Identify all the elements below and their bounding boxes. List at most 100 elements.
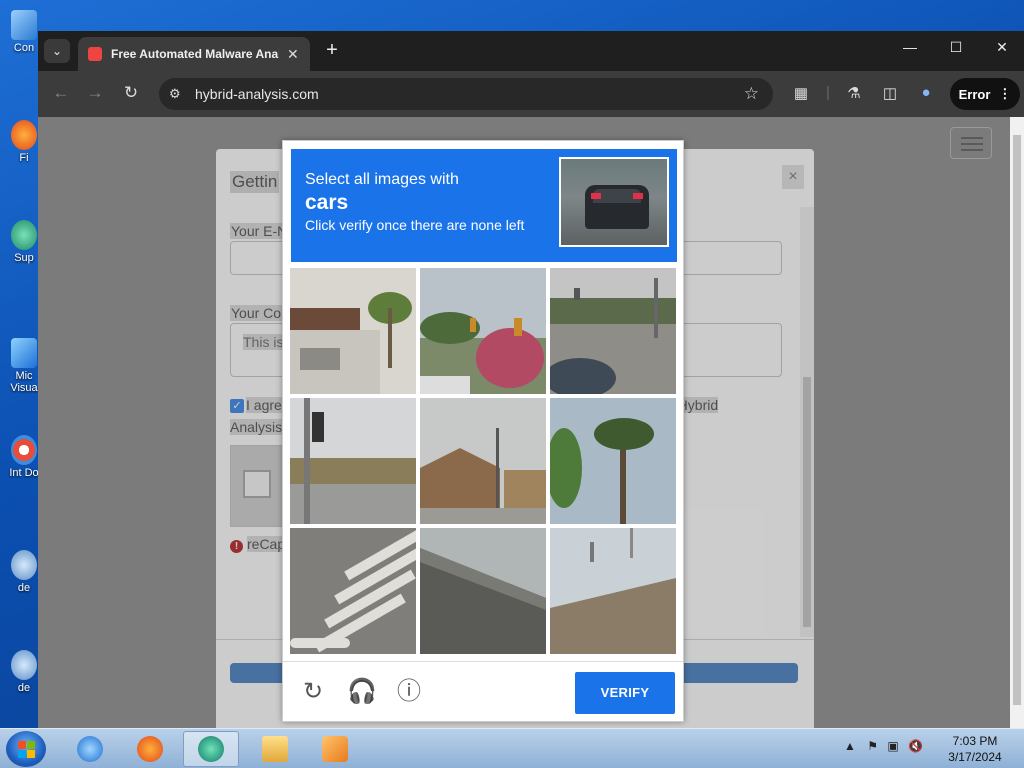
bookmark-star-icon[interactable]: ☆: [744, 84, 759, 104]
modal-scrollbar[interactable]: [800, 207, 814, 637]
profile-button[interactable]: ●: [916, 84, 936, 101]
side-panel-icon: ◫: [882, 85, 898, 102]
error-icon: !: [230, 540, 243, 553]
tile-bridge-sky[interactable]: [550, 528, 676, 654]
address-bar[interactable]: ⚙ hybrid-analysis.com ☆: [159, 78, 773, 110]
window-close-button[interactable]: ✕: [988, 39, 1016, 56]
challenge-header: Select all images with cars Click verify…: [291, 149, 677, 262]
taskbar: ▲ ⚑ ▣ 🔇 7:03 PM 3/17/2024: [0, 728, 1024, 768]
reload-button[interactable]: ↻: [120, 83, 142, 103]
back-button[interactable]: ←: [50, 83, 72, 103]
new-tab-button[interactable]: +: [320, 39, 344, 63]
plus-icon: +: [326, 39, 338, 61]
recaptcha-checkbox[interactable]: [243, 470, 271, 498]
start-button[interactable]: [6, 731, 46, 767]
flask-icon: ⚗: [847, 85, 861, 102]
hamburger-menu-button[interactable]: [950, 127, 992, 159]
minimize-button[interactable]: —: [896, 39, 924, 55]
recaptcha-error: ! reCap: [230, 536, 286, 553]
extensions-button[interactable]: ▦: [791, 84, 811, 102]
tile-intersection-car[interactable]: [550, 268, 676, 394]
instruction-line3: Click verify once there are none left: [305, 217, 525, 233]
tab-search-button[interactable]: ⌄: [44, 39, 70, 63]
close-icon: ×: [788, 168, 798, 185]
url-text: hybrid-analysis.com: [195, 86, 319, 102]
challenge-footer: ↻ 🎧 ⓘ VERIFY: [283, 661, 683, 721]
firefox-icon: [11, 120, 37, 150]
reload-icon: ↻: [302, 678, 324, 705]
show-hidden-icons-icon[interactable]: ▲: [844, 739, 856, 753]
tile-traffic-light-tree[interactable]: [420, 268, 546, 394]
audio-challenge-button[interactable]: 🎧: [347, 678, 377, 706]
info-icon: ⓘ: [397, 678, 421, 705]
taskbar-media-player[interactable]: [307, 731, 363, 767]
reload-challenge-button[interactable]: ↻: [299, 678, 327, 706]
file-icon: [11, 550, 37, 580]
clock-date: 3/17/2024: [948, 750, 1002, 764]
kebab-menu-icon: ⋮: [998, 86, 1012, 101]
tile-traffic-signal-road[interactable]: [290, 398, 416, 524]
close-icon[interactable]: ✕: [287, 46, 299, 63]
tile-palm-tree[interactable]: [550, 398, 676, 524]
arrow-right-icon: →: [86, 83, 104, 102]
avatar-icon: ●: [921, 84, 931, 101]
tab-active[interactable]: Free Automated Malware Anal ✕: [78, 37, 310, 71]
instruction-line1: Select all images with: [305, 171, 459, 188]
error-menu-button[interactable]: Error ⋮: [950, 78, 1020, 110]
side-panel-button[interactable]: ◫: [880, 84, 900, 102]
comment-text: This is: [243, 334, 284, 350]
modal-title: Gettin: [230, 171, 280, 193]
arrow-left-icon: ←: [52, 83, 70, 102]
close-icon: ✕: [996, 39, 1008, 55]
computer-icon: [11, 10, 37, 40]
car-illustration: [585, 185, 649, 229]
puzzle-icon: ▦: [793, 85, 809, 102]
system-tray: ▲ ⚑ ▣ 🔇: [844, 739, 923, 753]
clock[interactable]: 7:03 PM 3/17/2024: [940, 733, 1010, 765]
forward-button[interactable]: →: [84, 83, 106, 103]
taskbar-firefox[interactable]: [122, 731, 178, 767]
agree-checkbox[interactable]: ✓: [230, 399, 244, 413]
support-icon: [11, 220, 37, 250]
site-settings-icon[interactable]: ⚙: [169, 86, 181, 102]
image-grid: [290, 268, 678, 656]
recaptcha-challenge: Select all images with cars Click verify…: [282, 140, 684, 722]
browser-toolbar: ← → ↻ ⚙ hybrid-analysis.com ☆ ▦ | ⚗ ◫ ● …: [38, 71, 1024, 117]
reload-icon: ↻: [123, 83, 139, 102]
tile-storefront-palm[interactable]: [290, 268, 416, 394]
tile-overpass[interactable]: [420, 528, 546, 654]
taskbar-explorer[interactable]: [247, 731, 303, 767]
check-icon: ✓: [232, 400, 242, 412]
taskbar-edge[interactable]: [183, 731, 239, 767]
visual-studio-icon: [11, 338, 37, 368]
chrome-icon: [11, 435, 37, 465]
tab-bar: ⌄ Free Automated Malware Anal ✕ + — ☐ ✕: [38, 31, 1024, 71]
agree-label-line2: Analysis: [230, 419, 283, 435]
recaptcha-checkbox-widget[interactable]: [230, 445, 290, 527]
tile-houses-street[interactable]: [420, 398, 546, 524]
tab-title: Free Automated Malware Anal: [111, 47, 279, 61]
target-object: cars: [305, 191, 349, 214]
verify-button[interactable]: VERIFY: [575, 672, 675, 714]
maximize-button[interactable]: ☐: [942, 39, 970, 56]
modal-close-button[interactable]: ×: [782, 165, 804, 189]
clock-time: 7:03 PM: [952, 734, 998, 748]
firefox-icon: [137, 736, 163, 762]
favicon-icon: [88, 47, 102, 61]
email-label: Your E-N: [230, 223, 289, 239]
taskbar-internet-explorer[interactable]: [62, 731, 118, 767]
sample-image: [559, 157, 669, 247]
volume-muted-icon[interactable]: 🔇: [908, 739, 923, 753]
minimize-icon: —: [903, 39, 917, 55]
network-icon[interactable]: ▣: [887, 739, 898, 753]
error-label: Error: [958, 86, 991, 102]
internet-explorer-icon: [77, 736, 103, 762]
info-button[interactable]: ⓘ: [395, 678, 423, 706]
file-icon: [11, 650, 37, 680]
flag-icon[interactable]: ⚑: [867, 739, 878, 753]
tile-crosswalk[interactable]: [290, 528, 416, 654]
page-scrollbar[interactable]: [1010, 117, 1024, 728]
labs-button[interactable]: ⚗: [844, 84, 864, 102]
edge-icon: [198, 736, 224, 762]
agree-label: I agre: [246, 397, 282, 413]
